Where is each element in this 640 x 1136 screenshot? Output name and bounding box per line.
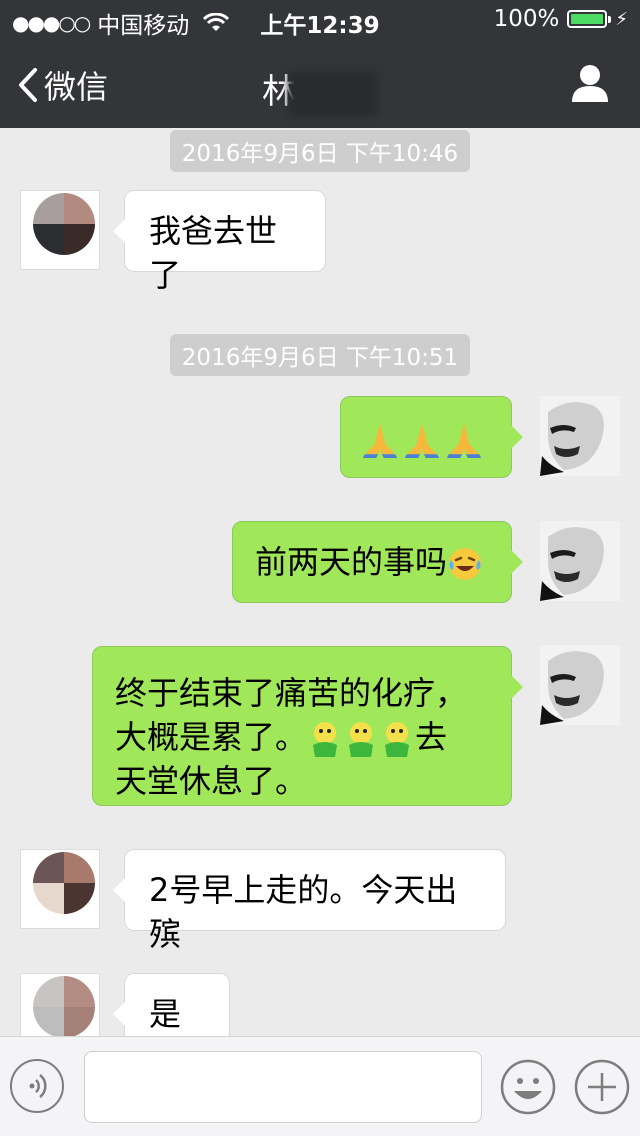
status-bar: ●●●○○ 中国移动 上午12:39 100% ⚡ (0, 0, 640, 40)
timestamp-text: 2016年9月6日 下午10:46 (169, 130, 471, 172)
navigation-bar: 微信 林 (0, 40, 640, 128)
message-bubble-incoming[interactable]: 是啊 (113, 973, 230, 1036)
message-text: 是啊 (149, 995, 182, 1033)
chat-title: 林 (0, 64, 640, 116)
message-text: 去 (415, 718, 448, 756)
chat-area[interactable]: 2016年9月6日 下午10:46 我爸去世了 2016年9月6日 下午10:5… (0, 128, 640, 1036)
message-bubble-outgoing[interactable]: 前两天的事吗 (232, 521, 523, 603)
message-bubble-outgoing[interactable] (340, 396, 523, 478)
face-photo-icon (540, 645, 620, 725)
message-line: 终于结束了痛苦的化疗， (115, 674, 468, 712)
battery-percent: 100% (493, 6, 560, 32)
message-bubble-outgoing[interactable]: 终于结束了痛苦的化疗， 大概是累了。 去 天堂休息了。 (92, 646, 523, 806)
my-avatar[interactable] (540, 645, 620, 725)
message-bubble-incoming[interactable]: 我爸去世了 (113, 190, 326, 294)
input-toolbar (0, 1036, 640, 1136)
smiley-icon (500, 1059, 556, 1115)
pray-emoji-icon (404, 423, 440, 458)
bird-emoji-icon (385, 722, 410, 757)
message-text: 2号早上走的。今天出殡 (149, 871, 458, 953)
message-line: 大概是累了。 去 (115, 715, 489, 759)
avatar[interactable] (20, 190, 100, 270)
voice-button[interactable] (10, 1059, 64, 1113)
redacted-name (288, 71, 378, 116)
pray-emoji-icon (446, 423, 482, 458)
battery-icon (567, 10, 612, 28)
top-bar: ●●●○○ 中国移动 上午12:39 100% ⚡ 微信 林 (0, 0, 640, 128)
message-text: 前两天的事吗 (255, 543, 448, 581)
charging-icon: ⚡ (615, 8, 628, 30)
laughing-tears-emoji-icon (449, 548, 482, 580)
avatar[interactable] (20, 973, 100, 1036)
my-avatar[interactable] (540, 521, 620, 601)
message-input[interactable] (84, 1051, 482, 1123)
avatar-mosaic (33, 193, 95, 255)
my-avatar[interactable] (540, 396, 620, 476)
message-text: 我爸去世了 (149, 212, 278, 294)
face-photo-icon (540, 521, 620, 601)
timestamp-text: 2016年9月6日 下午10:51 (169, 334, 471, 376)
more-button[interactable] (574, 1059, 630, 1115)
bird-emoji-icon (349, 722, 374, 757)
timestamp: 2016年9月6日 下午10:46 (0, 130, 640, 172)
timestamp: 2016年9月6日 下午10:51 (0, 334, 640, 376)
bird-emoji-icon (313, 722, 338, 757)
face-photo-icon (540, 396, 620, 476)
avatar-mosaic (33, 852, 95, 914)
avatar-mosaic (33, 976, 95, 1036)
pray-emoji-icon (362, 423, 398, 458)
voice-icon (29, 1074, 47, 1098)
emoji-button[interactable] (500, 1059, 556, 1115)
message-line: 天堂休息了。 (115, 762, 308, 800)
user-icon[interactable] (570, 64, 610, 106)
message-bubble-incoming[interactable]: 2号早上走的。今天出殡 (113, 849, 506, 953)
message-text: 大概是累了。 (115, 718, 308, 756)
plus-icon (574, 1059, 630, 1115)
avatar[interactable] (20, 849, 100, 929)
